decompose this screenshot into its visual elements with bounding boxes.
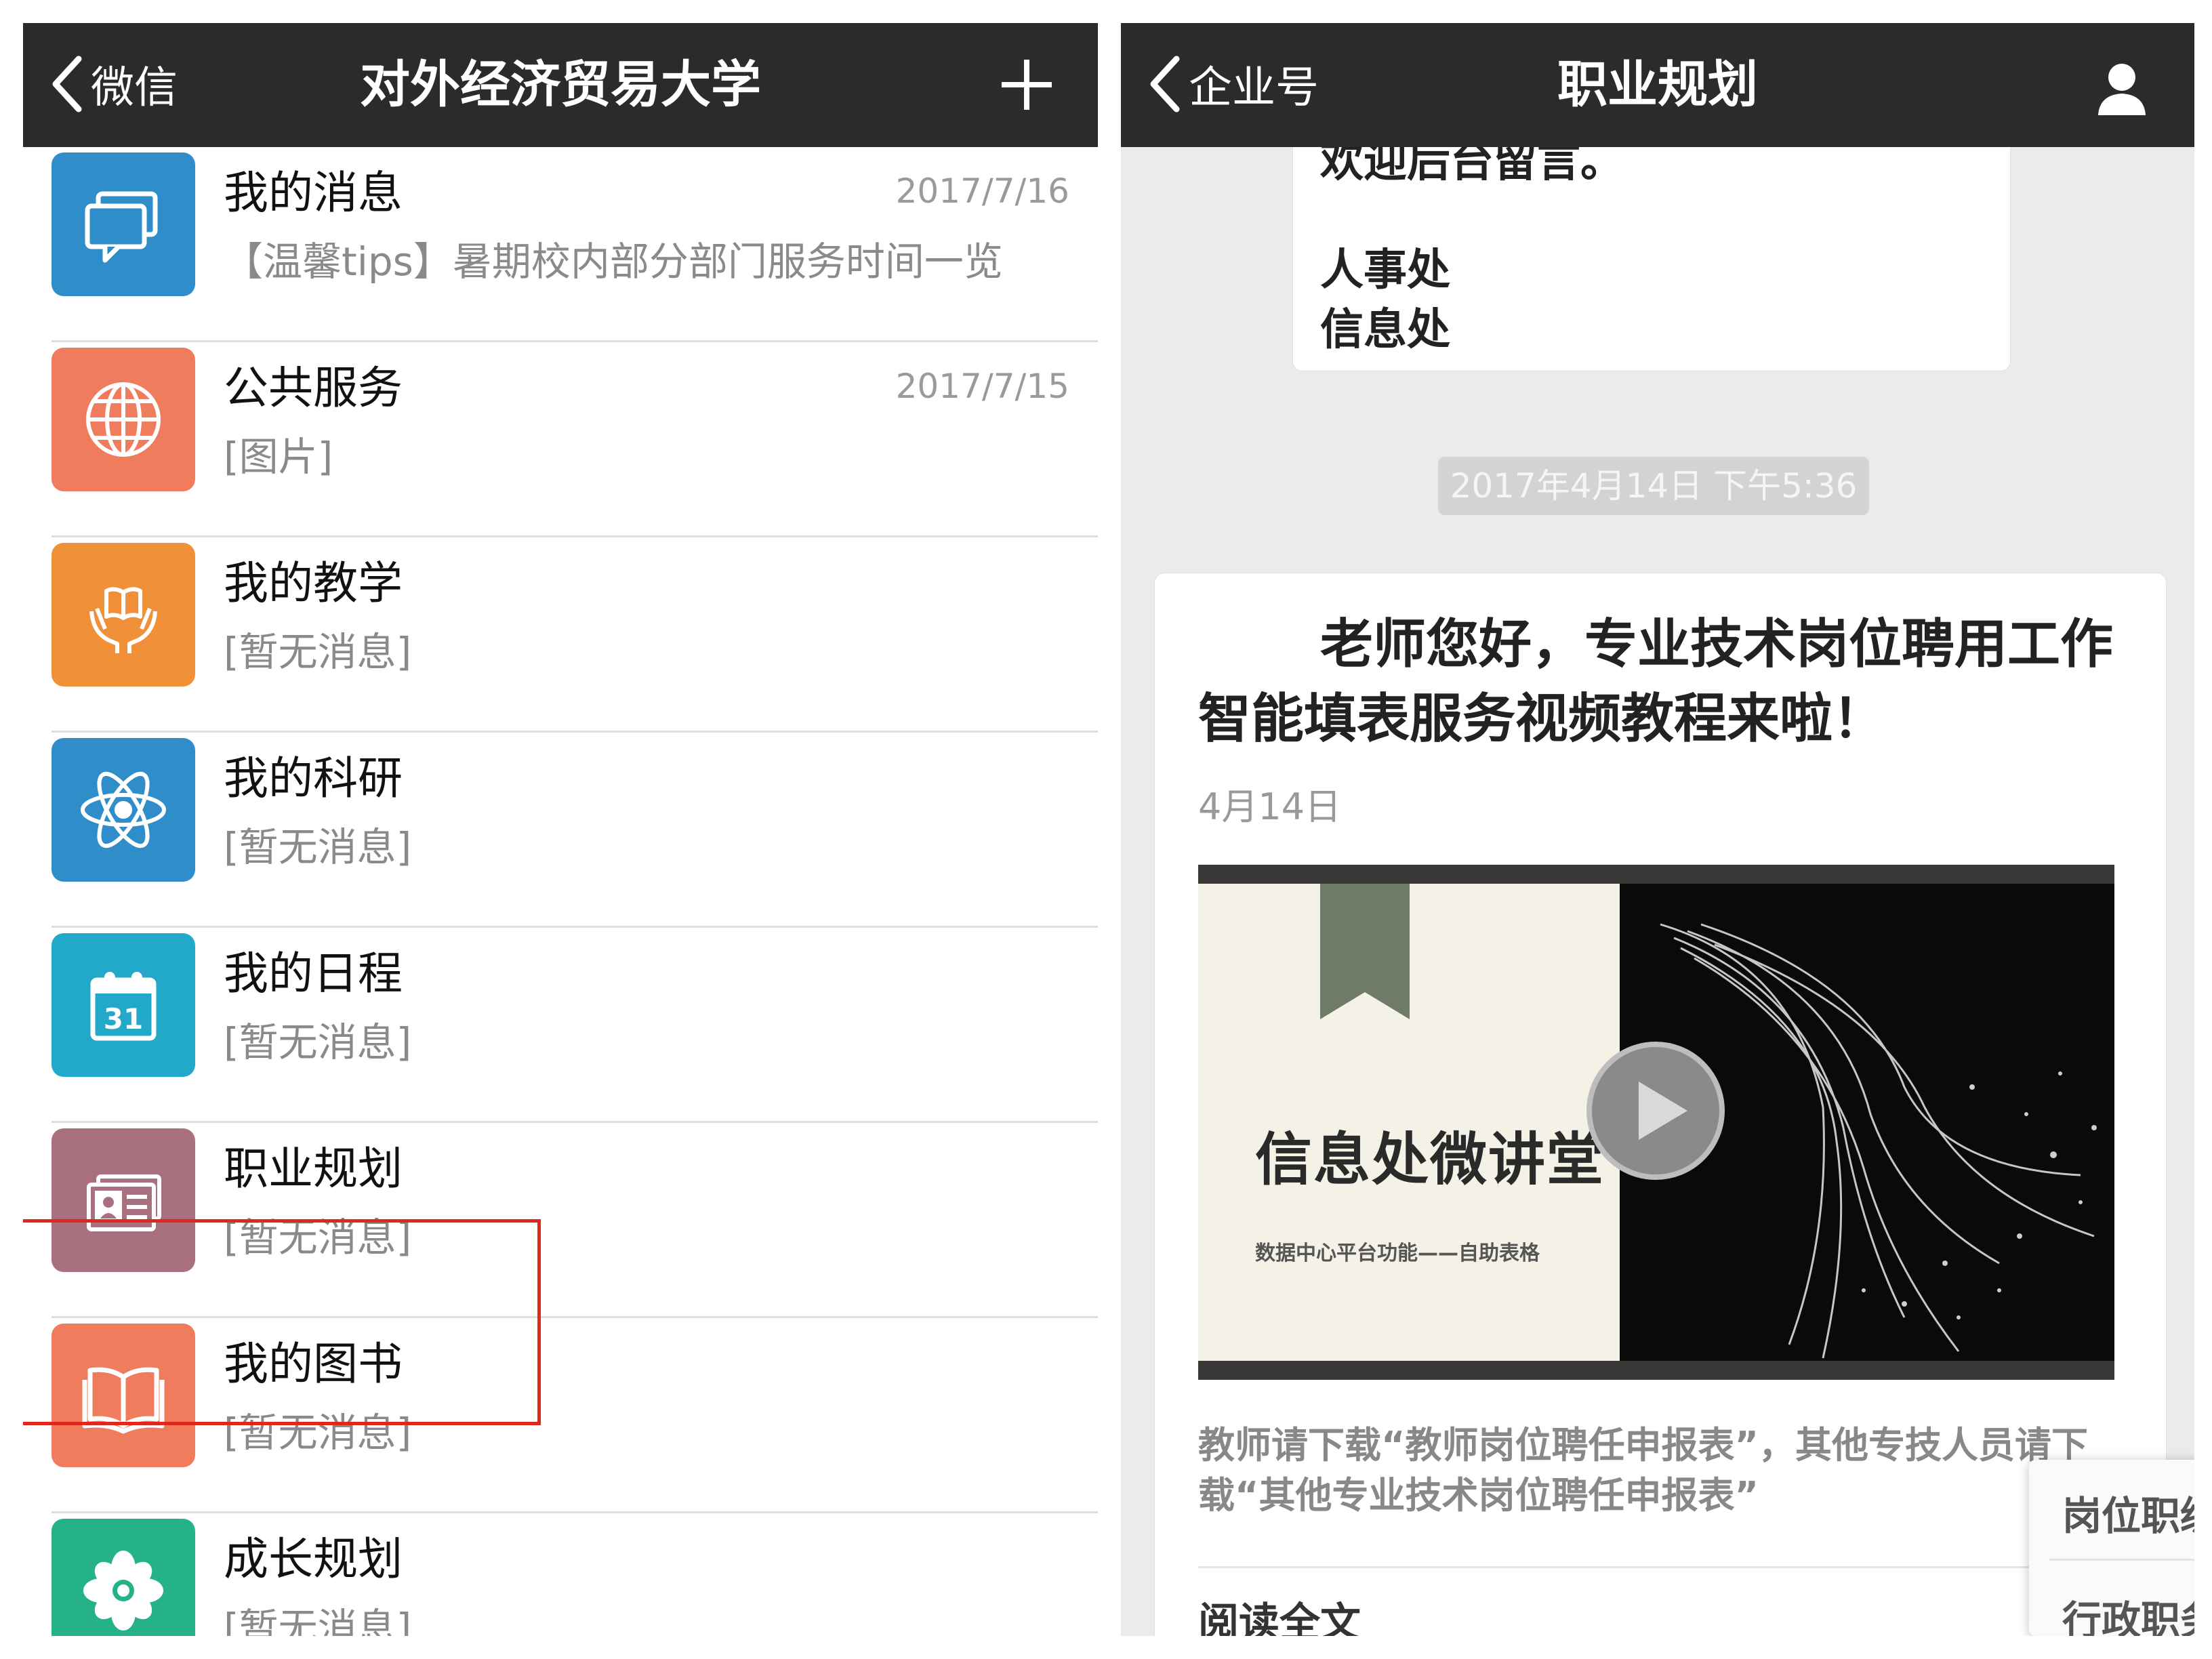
list-item-my-teaching[interactable]: 我的教学 [暂无消息]	[23, 537, 1098, 733]
article-date: 4月14日	[1198, 785, 1342, 828]
read-more-link[interactable]: 阅读全文	[1198, 1590, 1361, 1636]
hands-book-icon	[52, 543, 195, 687]
item-date: 2017/7/15	[895, 367, 1069, 406]
page-title: 对外经济贸易大学	[360, 56, 761, 114]
item-subtitle: [暂无消息]	[224, 629, 412, 675]
play-icon[interactable]	[1584, 1040, 1727, 1182]
list-item-growth-planning[interactable]: 成长规划 [暂无消息]	[23, 1513, 1098, 1636]
item-title: 我的消息	[224, 167, 403, 219]
bubble-line-3: 信息处	[1320, 305, 1450, 355]
menu-separator	[2049, 1559, 2194, 1561]
item-subtitle: [暂无消息]	[224, 824, 412, 870]
app-list-screen: 微信 对外经济贸易大学 我的消息 2017/7/16 【温馨tips】暑期校内部…	[23, 23, 1098, 1636]
nav-bar: 企业号 职业规划	[1121, 23, 2194, 147]
item-title: 我的教学	[224, 557, 403, 609]
calendar-icon: 31	[52, 933, 195, 1077]
user-icon[interactable]	[2091, 57, 2152, 118]
item-subtitle: [暂无消息]	[224, 1605, 412, 1636]
item-title: 成长规划	[224, 1533, 403, 1585]
video-thumbnail[interactable]: 信息处微讲堂 数据中心平台功能——自助表格	[1198, 865, 2114, 1380]
item-title: 我的日程	[224, 947, 403, 1000]
divider	[1198, 1566, 2139, 1568]
message-bubble: 欢迎后台留言。 人事处 信息处	[1293, 137, 2010, 371]
item-title: 职业规划	[224, 1143, 403, 1195]
item-title: 我的科研	[224, 752, 403, 804]
page-title: 职业规划	[1557, 56, 1758, 114]
menu-item-position-rank[interactable]: 岗位职级	[2029, 1484, 2194, 1541]
nav-bar: 微信 对外经济贸易大学	[23, 23, 1098, 147]
item-subtitle: [图片]	[224, 434, 333, 480]
thumbnail-left-panel: 信息处微讲堂 数据中心平台功能——自助表格	[1198, 884, 1620, 1361]
globe-icon	[52, 348, 195, 491]
plus-icon[interactable]	[996, 54, 1057, 115]
list-item-my-schedule[interactable]: 31 我的日程 [暂无消息]	[23, 928, 1098, 1123]
career-planning-chat-screen: 欢迎后台留言。 人事处 信息处 企业号 职业规划 2017年4月14日 下午5:…	[1121, 23, 2194, 1636]
bubble-line-2: 人事处	[1320, 245, 1450, 295]
menu-popup: 岗位职级 行政职务	[2029, 1460, 2194, 1636]
list-item-my-messages[interactable]: 我的消息 2017/7/16 【温馨tips】暑期校内部分部门服务时间一览	[23, 147, 1098, 342]
thumbnail-title: 信息处微讲堂	[1255, 1126, 1605, 1193]
item-title: 公共服务	[224, 362, 403, 414]
list-item-public-service[interactable]: 公共服务 2017/7/15 [图片]	[23, 342, 1098, 537]
thumbnail-subtitle: 数据中心平台功能——自助表格	[1255, 1242, 1540, 1265]
thumbnail-top-bar	[1198, 865, 2114, 884]
item-date: 2017/7/16	[895, 171, 1069, 211]
selection-highlight	[23, 1219, 541, 1425]
article-title: 老师您好，专业技术岗位聘用工作智能填表服务视频教程来啦！	[1198, 614, 2114, 750]
item-subtitle: 【温馨tips】暑期校内部分部门服务时间一览	[224, 239, 1003, 285]
article-description: 教师请下载“教师岗位聘任申报表”，其他专技人员请下载“其他专业技术岗位聘任申报表…	[1198, 1424, 2088, 1517]
bookmark-icon	[1320, 884, 1410, 1019]
atom-icon	[52, 738, 195, 882]
list-item-my-research[interactable]: 我的科研 [暂无消息]	[23, 733, 1098, 928]
timestamp: 2017年4月14日 下午5:36	[1438, 457, 1869, 515]
chat-bubbles-icon	[52, 152, 195, 296]
flower-icon	[52, 1519, 195, 1636]
article-card[interactable]: 老师您好，专业技术岗位聘用工作智能填表服务视频教程来啦！ 4月14日 信息处微讲…	[1155, 573, 2166, 1636]
menu-item-admin-post[interactable]: 行政职务	[2029, 1589, 2194, 1636]
item-subtitle: [暂无消息]	[224, 1019, 412, 1065]
thumbnail-bottom-bar	[1198, 1361, 2114, 1380]
calendar-day: 31	[104, 1002, 143, 1036]
